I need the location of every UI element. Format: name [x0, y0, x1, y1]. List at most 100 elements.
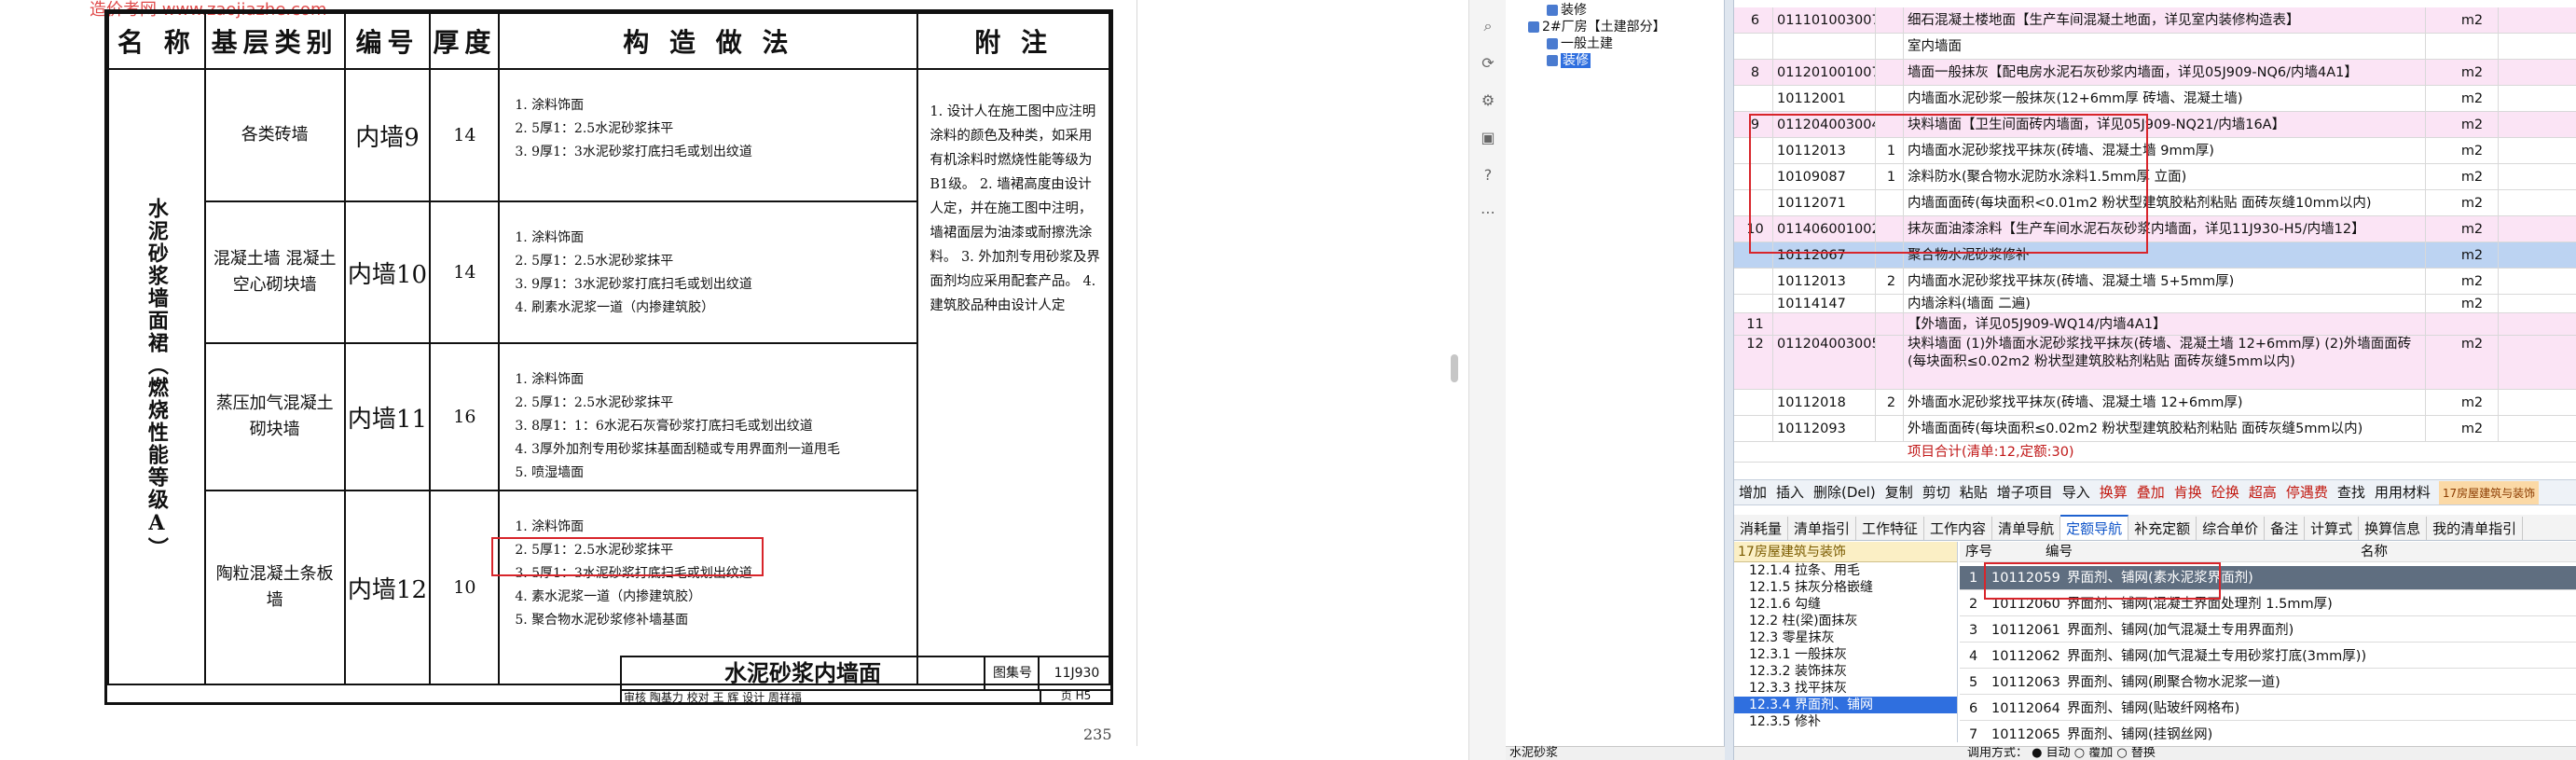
search-icon[interactable]: ⌕: [1479, 17, 1497, 35]
table-row[interactable]: 8 011201001007 墙面一般抹灰【配电房水泥石灰砂浆内墙面，详见05J90…: [1734, 60, 2576, 86]
toolbar-button[interactable]: 增子项目: [1997, 480, 2053, 504]
cell-code: 10112013: [1773, 269, 1876, 295]
tab-item[interactable]: 换算信息: [2359, 517, 2428, 540]
code-cell: 内墙10: [343, 200, 432, 344]
table-row[interactable]: 10112001 内墙面水泥砂浆一般抹灰(12+6mm厚 砖墙、混凝土墙) m2: [1734, 86, 2576, 112]
header-name: 名 称: [107, 12, 206, 70]
tab-item[interactable]: 定额导航: [2060, 515, 2129, 540]
cell-unit: m2: [2443, 216, 2499, 242]
cell-seq: [1734, 390, 1773, 416]
thickness-cell: 10: [429, 490, 501, 685]
notes-cell: 1. 设计人在施工图中应注明涂料的颜色及种类，如采用有机涂料时燃烧性能等级为B1…: [916, 68, 1110, 685]
quota-tree-item[interactable]: 12.2 柱(梁)面抹灰: [1734, 613, 1957, 629]
table-row[interactable]: 6 011101003007 细石混凝土楼地面【生产车间混凝土地面，详见室内装修构造…: [1734, 7, 2576, 34]
tab-item[interactable]: 清单指引: [1788, 517, 1857, 540]
settings-icon[interactable]: ⚙: [1479, 91, 1497, 110]
more-icon[interactable]: ⋯: [1479, 203, 1497, 222]
base-cell: 蒸压加气混凝土砌块墙: [203, 342, 346, 491]
table-row[interactable]: 11 【外墙面，详见05J909-WQ14/内墙4A1】: [1734, 313, 2576, 336]
tab-item[interactable]: 计算式: [2305, 517, 2360, 540]
bottom-tabs: 消耗量 清单指引 工作特征 工作内容 清单导航 定额导航 补充定额 综合单价 备注 计算式 换算信息…: [1734, 515, 2576, 541]
cell-code: 10112093: [1773, 416, 1876, 442]
quota-row[interactable]: 7 10112065 界面剂、铺网(挂钢丝网): [1960, 723, 2576, 745]
highlight-box: [1749, 114, 2148, 254]
tab-item[interactable]: 备注: [2265, 517, 2306, 540]
folder-icon: [1547, 5, 1558, 16]
toolbar-button[interactable]: 删除(Del): [1813, 480, 1876, 504]
quota-tree-item[interactable]: 12.1.5 抹灰分格嵌缝: [1734, 579, 1957, 596]
tab-item[interactable]: 综合单价: [2197, 517, 2266, 540]
tab-item[interactable]: 我的清单指引: [2427, 517, 2524, 540]
toolbar-button[interactable]: 增加: [1739, 480, 1767, 504]
quota-tree-item[interactable]: 12.3.5 修补: [1734, 713, 1957, 730]
quota-tree-item[interactable]: 12.3.4 界面剂、铺网: [1734, 697, 1957, 713]
cell-qty: [1876, 416, 1904, 442]
cell-name: 内墙面水泥砂浆一般抹灰(12+6mm厚 砖墙、混凝土墙): [1904, 86, 2426, 112]
table-row[interactable]: 10112093 外墙面面砖(每块面积≤0.02m2 粉状型建筑胶粘剂粘贴 面砖灰…: [1734, 416, 2576, 442]
quota-tree-item[interactable]: 12.3.2 装饰抹灰: [1734, 663, 1957, 680]
tab-item[interactable]: 消耗量: [1734, 517, 1789, 540]
quota-badge: 17房屋建筑与装饰: [2438, 481, 2540, 504]
cell-seq: [1734, 295, 1773, 313]
code-cell: 内墙9: [343, 68, 432, 202]
table-row[interactable]: 10114147 内墙涂料(墙面 二遍) m2: [1734, 295, 2576, 313]
cell-code: 10114147: [1773, 295, 1876, 313]
toolbar-button[interactable]: 查找: [2337, 480, 2365, 504]
project-tree: 装修 2#厂房【土建部分】 一般土建 装修: [1506, 0, 1725, 760]
cell-unit: m2: [2443, 60, 2499, 86]
toolbar-button[interactable]: 用用材料: [2375, 480, 2431, 504]
quota-row[interactable]: 4 10112062 界面剂、铺网(加气混凝土专用砂浆打底(3mm厚)): [1960, 644, 2576, 669]
quota-tree-item[interactable]: 12.3 零星抹灰: [1734, 629, 1957, 646]
toolbar-button[interactable]: 肯换: [2174, 480, 2202, 504]
steps-cell: 1. 涂料饰面 2. 5厚1：2.5水泥砂浆抹平 3. 8厚1：1：6水泥石灰膏砂浆…: [498, 342, 919, 491]
table-row[interactable]: 10112018 2 外墙面水泥砂浆找平抹灰(砖墙、混凝土墙 12+6mm厚) m2: [1734, 390, 2576, 416]
quota-tree-item[interactable]: 12.1.4 拉条、用毛: [1734, 562, 1957, 579]
bookmark-icon[interactable]: ▣: [1479, 129, 1497, 147]
table-row[interactable]: 12 011204003005 块料墙面 (1)外墙面水泥砂浆找平抹灰(砖墙、混凝土…: [1734, 336, 2576, 390]
toolbar-button[interactable]: 换算: [2100, 480, 2128, 504]
cell-qty: 2: [1876, 390, 1904, 416]
cell-qty: [1876, 295, 1904, 313]
tab-item[interactable]: 补充定额: [2128, 517, 2197, 540]
table-row[interactable]: 室内墙面: [1734, 34, 2576, 60]
toolbar-button[interactable]: 插入: [1776, 480, 1804, 504]
quota-row[interactable]: 3 10112061 界面剂、铺网(加气混凝土专用界面剂): [1960, 618, 2576, 643]
cell-name: 外墙面面砖(每块面积≤0.02m2 粉状型建筑胶粘剂粘贴 面砖灰缝5mm以内): [1904, 416, 2426, 442]
toolbar-button[interactable]: 停遇费: [2286, 480, 2328, 504]
tab-item[interactable]: 工作特征: [1856, 517, 1925, 540]
tree-node[interactable]: 装修: [1547, 2, 1587, 19]
quota-tree-item[interactable]: 12.1.6 勾缝: [1734, 596, 1957, 613]
help-icon[interactable]: ?: [1479, 166, 1497, 185]
pdf-scrollbar[interactable]: [1451, 354, 1458, 382]
cell-unit: m2: [2443, 336, 2499, 390]
tree-node-selected[interactable]: 装修: [1547, 52, 1591, 69]
cell-unit: [2443, 34, 2499, 60]
toolbar-button[interactable]: 导入: [2062, 480, 2090, 504]
quota-tree-item[interactable]: 12.3.1 一般抹灰: [1734, 646, 1957, 663]
rotate-icon[interactable]: ⟳: [1479, 54, 1497, 73]
quota-row[interactable]: 5 10112063 界面剂、铺网(刷聚合物水泥浆一道): [1960, 670, 2576, 695]
quota-tree: 17房屋建筑与装饰 12.1.4 拉条、用毛 12.1.5 抹灰分格嵌缝 12.1.…: [1734, 542, 1958, 742]
splitter[interactable]: [1725, 0, 1734, 760]
cell-unit: m2: [2443, 112, 2499, 138]
tree-node[interactable]: 一般土建: [1547, 35, 1613, 52]
toolbar: 增加 插入 删除(Del) 复制 剪切 粘贴 增子项目 导入 换算 叠加 肯换 砼换 超高 停遇费 查找 用用…: [1734, 479, 2576, 505]
toolbar-button[interactable]: 剪切: [1922, 480, 1950, 504]
pdf-page: 造价考网 www.zaojiazhe.com 名 称 基层类别 编号 厚度 构 …: [0, 0, 1137, 746]
quota-tree-item[interactable]: 12.3.3 找平抹灰: [1734, 680, 1957, 697]
thickness-cell: 14: [429, 68, 501, 202]
cell-qty: [1876, 60, 1904, 86]
toolbar-button[interactable]: 复制: [1885, 480, 1913, 504]
tab-item[interactable]: 工作内容: [1924, 517, 1993, 540]
toolbar-button[interactable]: 叠加: [2137, 480, 2165, 504]
toolbar-button[interactable]: 超高: [2249, 480, 2277, 504]
table-row[interactable]: 10112013 2 内墙面水泥砂浆找平抹灰(砖墙、混凝土墙 5+5mm厚) m2: [1734, 269, 2576, 295]
tree-node[interactable]: 2#厂房【土建部分】: [1528, 19, 1666, 35]
toolbar-button[interactable]: 砼换: [2211, 480, 2239, 504]
thickness-cell: 14: [429, 200, 501, 344]
thickness-cell: 16: [429, 342, 501, 491]
toolbar-button[interactable]: 粘贴: [1960, 480, 1988, 504]
tab-item[interactable]: 清单导航: [1992, 517, 2061, 540]
cell-name: 块料墙面 (1)外墙面水泥砂浆找平抹灰(砖墙、混凝土墙 12+6mm厚) (2)…: [1904, 336, 2426, 390]
quota-row[interactable]: 6 10112064 界面剂、铺网(贴玻纤网格布): [1960, 697, 2576, 721]
